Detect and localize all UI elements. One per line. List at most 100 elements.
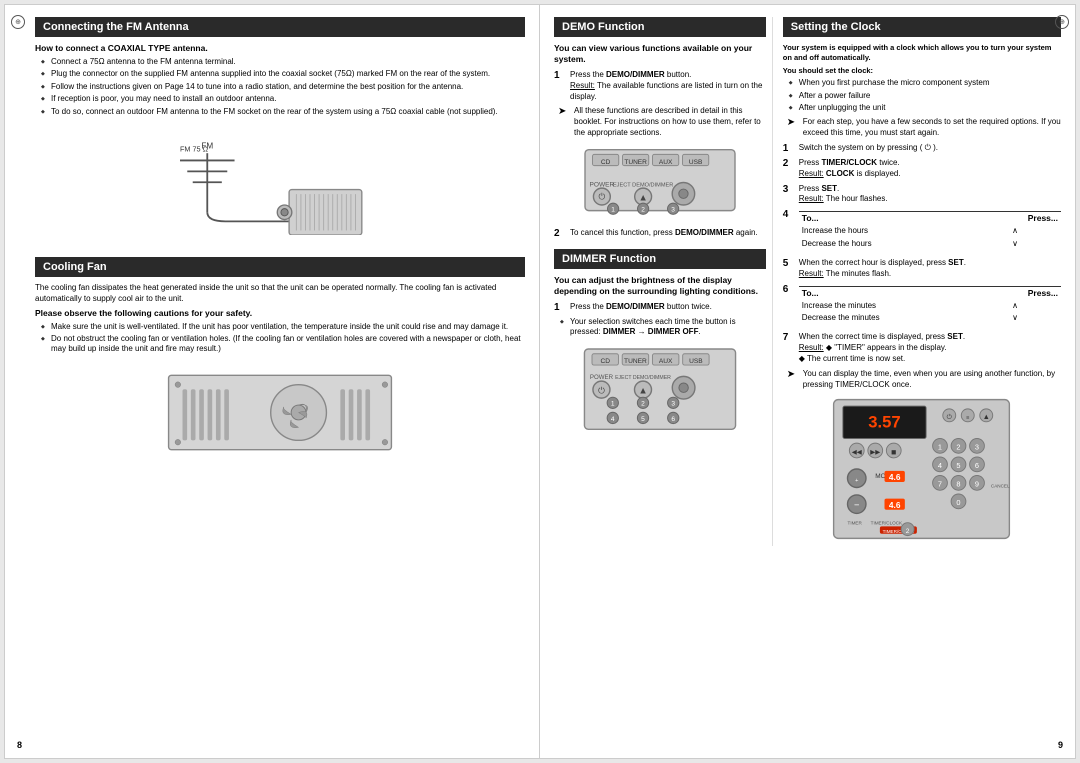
- demo-arrow-content: All these functions are described in det…: [574, 106, 766, 138]
- cooling-safety-title: Please observe the following cautions fo…: [35, 308, 525, 318]
- svg-text:USB: USB: [689, 358, 703, 365]
- clock-to-label-4: To...: [799, 212, 969, 226]
- svg-text:TUNER: TUNER: [624, 358, 647, 365]
- cooling-title: Cooling Fan: [43, 261, 107, 273]
- clock-press-label-6: Press...: [969, 286, 1061, 300]
- demo-step1-num: 1: [554, 70, 566, 81]
- clock-bullets: When you first purchase the micro compon…: [783, 78, 1061, 113]
- svg-text:TUNER: TUNER: [624, 159, 647, 166]
- clock-step2-num: 2: [783, 158, 795, 169]
- svg-text:TIMER/CLOCK: TIMER/CLOCK: [871, 521, 903, 526]
- svg-text:▲: ▲: [638, 385, 647, 396]
- svg-text:CD: CD: [600, 358, 610, 365]
- clock-intro: Your system is equipped with a clock whi…: [783, 43, 1061, 63]
- svg-text:EJECT DEMO/DIMMER: EJECT DEMO/DIMMER: [615, 375, 671, 381]
- cooling-intro: The cooling fan dissipates the heat gene…: [35, 283, 525, 305]
- svg-text:CD: CD: [601, 159, 611, 166]
- demo-step-1: 1 Press the DEMO/DIMMER button. Result: …: [554, 70, 766, 102]
- demo-arrow-note: ➤ All these functions are described in d…: [554, 106, 766, 138]
- fm-bullet-1: Connect a 75Ω antenna to the FM antenna …: [43, 57, 525, 67]
- demo-section: DEMO Function You can view various funct…: [554, 17, 766, 239]
- clock-step5-content: When the correct hour is displayed, pres…: [799, 258, 1061, 280]
- svg-text:2: 2: [641, 400, 645, 407]
- svg-text:3: 3: [975, 443, 979, 452]
- clock-step-2: 2 Press TIMER/CLOCK twice. Result: CLOCK…: [783, 158, 1061, 180]
- fm-diagram: FM FM 75 Ω: [35, 127, 525, 245]
- dimmer-step1-content: Press the DEMO/DIMMER button twice.: [570, 302, 766, 313]
- svg-text:9: 9: [975, 480, 979, 489]
- svg-text:AUX: AUX: [659, 358, 673, 365]
- clock-increase-hours-btn: ∧: [969, 225, 1061, 237]
- svg-text:4: 4: [611, 416, 615, 423]
- cooling-bullet-2: Do not obstruct the cooling fan or venti…: [43, 334, 525, 355]
- svg-text:▲: ▲: [983, 412, 990, 421]
- clock-step5-num: 5: [783, 258, 795, 269]
- dimmer-bullet: Your selection switches each time the bu…: [554, 317, 766, 338]
- fm-bullet-3: Follow the instructions given on Page 14…: [43, 82, 525, 92]
- cooling-safety-bullets: Make sure the unit is well-ventilated. I…: [35, 322, 525, 355]
- svg-text:7: 7: [938, 480, 942, 489]
- clock-step6-num: 6: [783, 284, 795, 295]
- page-number-right: 9: [1058, 740, 1063, 750]
- demo-title: DEMO Function: [562, 21, 645, 33]
- svg-text:0: 0: [957, 499, 961, 508]
- clock-step-6: 6 To... Press... Increase the minutes ∧: [783, 284, 1061, 329]
- clock-column: Setting the Clock Your system is equippe…: [783, 17, 1061, 546]
- clock-header: Setting the Clock: [783, 17, 1061, 37]
- svg-text:⏻: ⏻: [598, 385, 605, 395]
- clock-decrease-mins: Decrease the minutes: [799, 312, 969, 324]
- clock-step2-content: Press TIMER/CLOCK twice. Result: CLOCK i…: [799, 158, 1061, 180]
- clock-step3-num: 3: [783, 184, 795, 195]
- fm-bullet-2: Plug the connector on the supplied FM an…: [43, 69, 525, 79]
- clock-arrow2-content: You can display the time, even when you …: [803, 369, 1061, 391]
- clock-step6-content: To... Press... Increase the minutes ∧ De…: [799, 284, 1061, 329]
- clock-bullet-3: After unplugging the unit: [791, 103, 1061, 113]
- clock-table-4: To... Press... Increase the hours ∧ Decr…: [799, 211, 1061, 250]
- clock-step4-content: To... Press... Increase the hours ∧ Decr…: [799, 209, 1061, 254]
- clock-step1-num: 1: [783, 143, 795, 154]
- cooling-diagram: [35, 365, 525, 462]
- clock-step-5: 5 When the correct hour is displayed, pr…: [783, 258, 1061, 280]
- left-page: ⊕ Connecting the FM Antenna How to conne…: [5, 5, 540, 758]
- clock-step4-num: 4: [783, 209, 795, 220]
- demo-step2-content: To cancel this function, press DEMO/DIMM…: [570, 228, 766, 239]
- dimmer-header: DIMMER Function: [554, 249, 766, 269]
- middle-column: DEMO Function You can view various funct…: [554, 17, 773, 546]
- svg-text:4.6: 4.6: [889, 500, 901, 510]
- dimmer-section: DIMMER Function You can adjust the brigh…: [554, 249, 766, 441]
- clock-step-1: 1 Switch the system on by pressing ( ⏻ )…: [783, 143, 1061, 154]
- svg-text:−: −: [854, 500, 859, 510]
- svg-text:◀◀: ◀◀: [852, 450, 862, 457]
- globe-icon-left: ⊕: [11, 15, 25, 29]
- fm-antenna-section: Connecting the FM Antenna How to connect…: [35, 17, 525, 245]
- clock-step-3: 3 Press SET. Result: The hour flashes.: [783, 184, 1061, 206]
- clock-increase-mins-btn: ∧: [969, 300, 1061, 312]
- clock-table-6: To... Press... Increase the minutes ∧ De…: [799, 286, 1061, 325]
- dimmer-bullet-1: Your selection switches each time the bu…: [562, 317, 766, 338]
- svg-text:▶▶: ▶▶: [871, 450, 881, 457]
- cooling-section: Cooling Fan The cooling fan dissipates t…: [35, 257, 525, 462]
- clock-increase-mins: Increase the minutes: [799, 300, 969, 312]
- cooling-header: Cooling Fan: [35, 257, 525, 277]
- demo-step1-content: Press the DEMO/DIMMER button. Result: Th…: [570, 70, 766, 102]
- svg-text:2: 2: [641, 206, 645, 213]
- right-page: ⊕ DEMO Function You can view various fun…: [540, 5, 1075, 758]
- svg-text:8: 8: [957, 480, 961, 489]
- svg-text:CANCEL: CANCEL: [991, 484, 1010, 489]
- dimmer-step-1: 1 Press the DEMO/DIMMER button twice.: [554, 302, 766, 313]
- svg-text:6: 6: [975, 462, 979, 471]
- clock-bullet-1: When you first purchase the micro compon…: [791, 78, 1061, 88]
- svg-text:4: 4: [938, 462, 942, 471]
- demo-step2-num: 2: [554, 228, 566, 239]
- dimmer-step1-num: 1: [554, 302, 566, 313]
- fm-antenna-header: Connecting the FM Antenna: [35, 17, 525, 37]
- svg-text:◼: ◼: [891, 450, 896, 457]
- fm-bullet-5: To do so, connect an outdoor FM antenna …: [43, 107, 525, 117]
- clock-step7-content: When the correct time is displayed, pres…: [799, 332, 1061, 364]
- fm-bullet-4: If reception is poor, you may need to in…: [43, 94, 525, 104]
- clock-step-7: 7 When the correct time is displayed, pr…: [783, 332, 1061, 364]
- clock-press-label-4: Press...: [969, 212, 1061, 226]
- svg-text:5: 5: [641, 416, 645, 423]
- demo-device-image: CD TUNER AUX USB POWER ⏻ E: [554, 145, 766, 222]
- svg-text:1: 1: [611, 400, 615, 407]
